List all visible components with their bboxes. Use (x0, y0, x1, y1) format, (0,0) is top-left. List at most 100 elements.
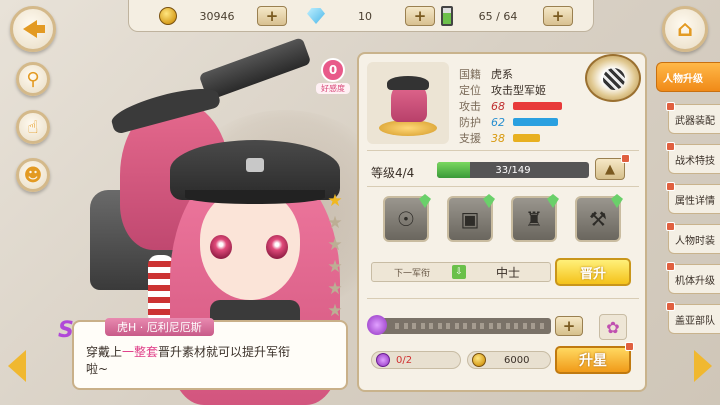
equip-slot-weapon[interactable]: ☉ (383, 194, 431, 242)
material-cost: 0/2 (371, 351, 461, 369)
gold-resource: 30946 + (159, 5, 287, 27)
tab-label: 战术特技 (675, 155, 715, 167)
rank-value: 中士 (495, 265, 520, 280)
track-segment (437, 323, 442, 329)
support-bar (513, 134, 541, 142)
nation-value: 虎系 (491, 68, 513, 81)
lock-icon (621, 154, 630, 163)
add-energy-button[interactable]: + (543, 6, 573, 26)
tab-label: 盖亚部队 (675, 315, 715, 327)
material-count: 0/2 (396, 354, 413, 366)
role-label: 定位 (459, 84, 481, 97)
star-icon: ★ (327, 213, 343, 233)
divider (367, 186, 639, 187)
exp-bar: 33/149 (437, 162, 589, 178)
next-character-arrow-icon[interactable] (694, 350, 712, 382)
dialogue-text-pre: 穿戴上 (86, 345, 123, 359)
equip-slot-armor[interactable]: ♜ (511, 194, 559, 242)
tab-4[interactable]: 属性详情 (666, 182, 720, 214)
gun-part-icon: ⚒ (589, 207, 607, 231)
armor-icon: ♜ (525, 207, 543, 231)
person-icon: ☻ (23, 164, 43, 186)
rank-row: 下一军衔 ⇩ 中士 (371, 262, 551, 282)
lock-icon (666, 102, 675, 111)
tab-label: 人物升级 (663, 73, 703, 85)
green-gem-icon (483, 194, 495, 208)
gold-coin-icon (159, 7, 177, 25)
zoom-button[interactable]: ⚲ (16, 62, 50, 96)
track-segment (488, 323, 493, 329)
back-button[interactable] (10, 6, 56, 52)
weapon-part-icon: ☉ (397, 207, 415, 231)
attack-label: 攻击 (459, 100, 481, 113)
tab-6[interactable]: 机体升级 (666, 262, 720, 294)
next-rank-label: 下一军衔 (393, 268, 430, 279)
star-rating: ★ ★ ★ ★ ★ ★ (325, 190, 345, 322)
track-segment (531, 323, 535, 329)
book-icon: ▣ (460, 207, 480, 231)
lock-icon (666, 182, 675, 191)
track-segment (514, 323, 518, 329)
character-portrait (367, 62, 449, 144)
profile-button[interactable]: ☻ (16, 158, 50, 192)
tab-3[interactable]: 战术特技 (666, 142, 720, 174)
tab-label: 人物时装 (675, 235, 715, 247)
track-segment (395, 323, 399, 329)
track-segment (505, 323, 510, 329)
track-segment (522, 323, 527, 329)
attack-value: 68 (491, 99, 505, 113)
previous-character-arrow-icon[interactable] (8, 350, 26, 382)
star-icon: ★ (327, 191, 343, 211)
lock-icon (625, 342, 634, 351)
character-info: 国籍 虎系 定位 攻击型军姬 攻击 68 防护 62 支援 38 (459, 66, 562, 146)
star-icon: ★ (327, 235, 343, 255)
speaker-name: 虎H · 厄利尼厄斯 (105, 318, 214, 336)
tab-1[interactable]: 人物升级 (656, 62, 720, 92)
magnifier-icon: ⚲ (26, 68, 40, 90)
green-gem-icon (419, 194, 431, 208)
track-segment (497, 323, 501, 329)
equip-slot-gun[interactable]: ⚒ (575, 194, 623, 242)
role-value: 攻击型军姬 (491, 84, 546, 97)
star-up-button[interactable]: 升星 (555, 346, 631, 374)
nation-label: 国籍 (459, 68, 481, 81)
home-button[interactable]: ⌂ (662, 6, 708, 52)
green-gem-icon (547, 194, 559, 208)
defense-value: 62 (491, 115, 505, 129)
left-eye (210, 235, 232, 259)
portrait-pedestal (379, 120, 437, 136)
affinity-badge[interactable]: 0 好感度 (316, 58, 350, 98)
star-icon: ★ (327, 301, 343, 321)
equip-slot-book[interactable]: ▣ (447, 194, 495, 242)
energy-resource: 65 / 64 + (441, 5, 573, 27)
promote-button[interactable]: 晋升 (555, 258, 631, 286)
dialogue-text-post: 晋升素材就可以提升军衔 (158, 345, 291, 359)
like-button[interactable]: ☝ (16, 110, 50, 144)
add-gems-button[interactable]: + (405, 6, 435, 26)
tab-7[interactable]: 盖亚部队 (666, 302, 720, 334)
flower-emblem-button[interactable]: ✿ (599, 314, 627, 340)
upgrade-panel: 国籍 虎系 定位 攻击型军姬 攻击 68 防护 62 支援 38 等级4/4 33/149… (357, 52, 647, 392)
track-segment (420, 323, 425, 329)
diamond-icon (307, 8, 325, 24)
track-segment (463, 323, 467, 329)
divider (367, 150, 639, 151)
dialogue-text-highlight: 一整套 (122, 345, 159, 359)
affinity-value: 0 (321, 58, 345, 82)
chevron-double-icon: ⇩ (452, 265, 466, 279)
purple-gear-icon (367, 315, 387, 335)
tab-2[interactable]: 武器装配 (666, 102, 720, 134)
cap-emblem-icon (246, 158, 264, 172)
house-icon: ⌂ (677, 16, 693, 42)
energy-amount: 65 / 64 (478, 9, 518, 23)
track-segment (446, 323, 450, 329)
tab-5[interactable]: 人物时装 (666, 222, 720, 254)
track-segment (454, 323, 459, 329)
add-gold-button[interactable]: + (257, 6, 287, 26)
tiger-emblem-icon (603, 68, 625, 90)
add-material-button[interactable]: + (555, 316, 583, 336)
tab-label: 属性详情 (675, 195, 715, 207)
star-icon: ★ (327, 257, 343, 277)
back-arrow-icon (23, 20, 45, 38)
battery-icon (441, 6, 453, 26)
